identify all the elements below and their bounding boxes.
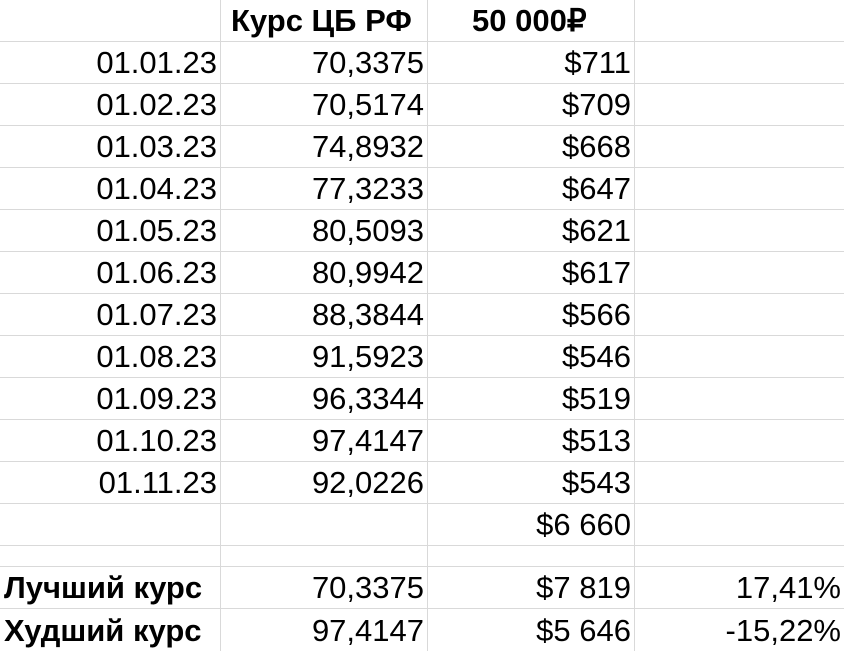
- table-row: 01.06.23 80,9942 $617: [0, 252, 844, 294]
- usd-cell[interactable]: $546: [428, 336, 635, 377]
- date-cell[interactable]: 01.02.23: [0, 84, 221, 125]
- table-row: 01.05.23 80,5093 $621: [0, 210, 844, 252]
- empty-cell[interactable]: [635, 546, 844, 566]
- empty-cell[interactable]: [635, 252, 844, 293]
- usd-cell[interactable]: $513: [428, 420, 635, 461]
- empty-cell[interactable]: [221, 546, 428, 566]
- empty-cell[interactable]: [635, 504, 844, 545]
- table-row: 01.07.23 88,3844 $566: [0, 294, 844, 336]
- blank-row: [0, 546, 844, 567]
- usd-cell[interactable]: $566: [428, 294, 635, 335]
- best-rate-value[interactable]: 70,3375: [221, 567, 428, 608]
- rate-cell[interactable]: 91,5923: [221, 336, 428, 377]
- worst-rate-value[interactable]: 97,4147: [221, 609, 428, 651]
- best-rate-row: Лучший курс 70,3375 $7 819 17,41%: [0, 567, 844, 609]
- table-row: 01.08.23 91,5923 $546: [0, 336, 844, 378]
- table-row: 01.11.23 92,0226 $543: [0, 462, 844, 504]
- empty-cell[interactable]: [635, 294, 844, 335]
- usd-cell[interactable]: $519: [428, 378, 635, 419]
- date-cell[interactable]: 01.04.23: [0, 168, 221, 209]
- empty-cell[interactable]: [0, 546, 221, 566]
- rate-cell[interactable]: 70,5174: [221, 84, 428, 125]
- best-pct-value[interactable]: 17,41%: [635, 567, 844, 608]
- rate-cell[interactable]: 77,3233: [221, 168, 428, 209]
- header-cell-a[interactable]: [0, 0, 221, 41]
- header-rate-cell[interactable]: Курс ЦБ РФ: [221, 0, 428, 41]
- empty-cell[interactable]: [635, 126, 844, 167]
- date-cell[interactable]: 01.10.23: [0, 420, 221, 461]
- date-cell[interactable]: 01.07.23: [0, 294, 221, 335]
- date-cell[interactable]: 01.09.23: [0, 378, 221, 419]
- total-row: $6 660: [0, 504, 844, 546]
- spreadsheet-grid: Курс ЦБ РФ 50 000₽ 01.01.23 70,3375 $711…: [0, 0, 844, 651]
- header-cell-d[interactable]: [635, 0, 844, 41]
- table-row: 01.01.23 70,3375 $711: [0, 42, 844, 84]
- empty-cell[interactable]: [635, 210, 844, 251]
- worst-pct-value[interactable]: -15,22%: [635, 609, 844, 651]
- empty-cell[interactable]: [635, 420, 844, 461]
- date-cell[interactable]: 01.05.23: [0, 210, 221, 251]
- rate-cell[interactable]: 96,3344: [221, 378, 428, 419]
- header-amount-cell[interactable]: 50 000₽: [428, 0, 635, 41]
- best-rate-label[interactable]: Лучший курс: [0, 567, 221, 608]
- rate-cell[interactable]: 92,0226: [221, 462, 428, 503]
- rate-cell[interactable]: 80,5093: [221, 210, 428, 251]
- usd-cell[interactable]: $668: [428, 126, 635, 167]
- table-row: 01.04.23 77,3233 $647: [0, 168, 844, 210]
- worst-rate-label[interactable]: Худший курс: [0, 609, 221, 651]
- usd-cell[interactable]: $711: [428, 42, 635, 83]
- empty-cell[interactable]: [635, 84, 844, 125]
- usd-cell[interactable]: $543: [428, 462, 635, 503]
- date-cell[interactable]: 01.08.23: [0, 336, 221, 377]
- rate-cell[interactable]: 70,3375: [221, 42, 428, 83]
- best-usd-value[interactable]: $7 819: [428, 567, 635, 608]
- rate-cell[interactable]: 80,9942: [221, 252, 428, 293]
- empty-cell[interactable]: [635, 336, 844, 377]
- usd-cell[interactable]: $647: [428, 168, 635, 209]
- empty-cell[interactable]: [635, 462, 844, 503]
- table-row: 01.09.23 96,3344 $519: [0, 378, 844, 420]
- usd-cell[interactable]: $621: [428, 210, 635, 251]
- date-cell[interactable]: 01.03.23: [0, 126, 221, 167]
- usd-cell[interactable]: $617: [428, 252, 635, 293]
- empty-cell[interactable]: [635, 168, 844, 209]
- table-row: 01.02.23 70,5174 $709: [0, 84, 844, 126]
- table-row: 01.03.23 74,8932 $668: [0, 126, 844, 168]
- empty-cell[interactable]: [635, 42, 844, 83]
- empty-cell[interactable]: [0, 504, 221, 545]
- header-row: Курс ЦБ РФ 50 000₽: [0, 0, 844, 42]
- rate-cell[interactable]: 74,8932: [221, 126, 428, 167]
- rate-cell[interactable]: 97,4147: [221, 420, 428, 461]
- usd-cell[interactable]: $709: [428, 84, 635, 125]
- rate-cell[interactable]: 88,3844: [221, 294, 428, 335]
- empty-cell[interactable]: [221, 504, 428, 545]
- date-cell[interactable]: 01.11.23: [0, 462, 221, 503]
- total-usd-cell[interactable]: $6 660: [428, 504, 635, 545]
- worst-usd-value[interactable]: $5 646: [428, 609, 635, 651]
- table-row: 01.10.23 97,4147 $513: [0, 420, 844, 462]
- date-cell[interactable]: 01.01.23: [0, 42, 221, 83]
- worst-rate-row: Худший курс 97,4147 $5 646 -15,22%: [0, 609, 844, 651]
- date-cell[interactable]: 01.06.23: [0, 252, 221, 293]
- empty-cell[interactable]: [428, 546, 635, 566]
- empty-cell[interactable]: [635, 378, 844, 419]
